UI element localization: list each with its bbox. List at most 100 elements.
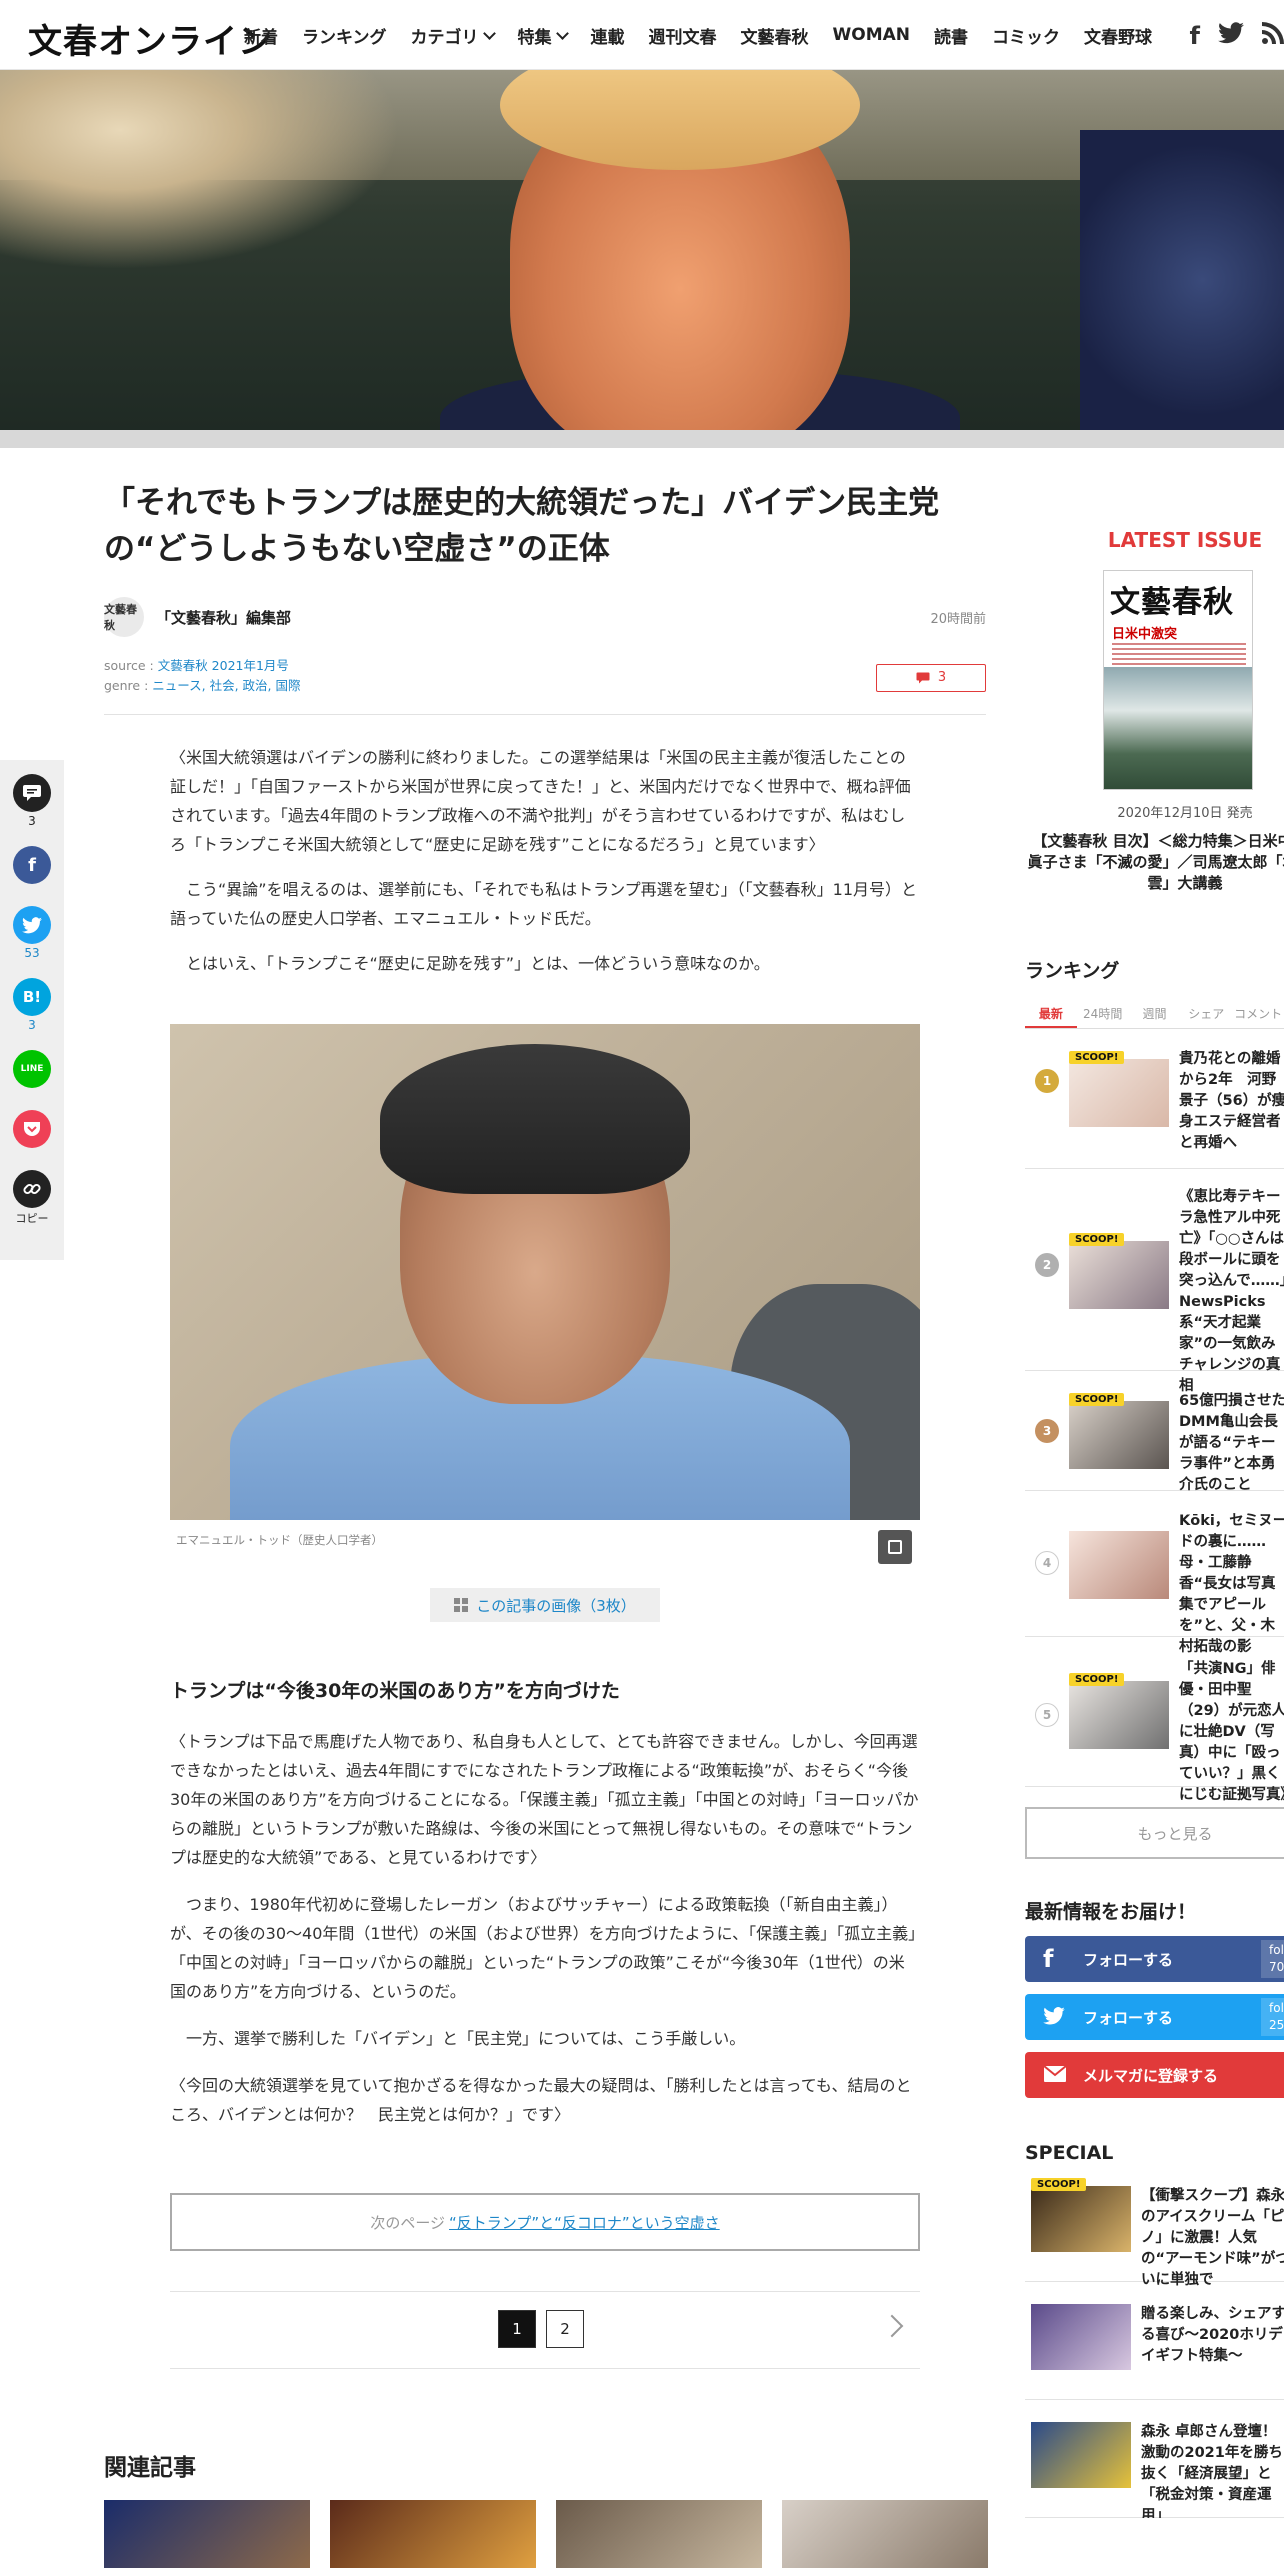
next-page-link[interactable]: 次のページ “反トランプ”と“反コロナ”という空虚さ — [170, 2193, 920, 2251]
ranking-title: 貴乃花との離婚から2年 河野景子（56）が痩身エステ経営者と再婚へ — [1179, 1051, 1284, 1151]
genre-label: genre : — [104, 678, 149, 693]
rank-number: 5 — [1035, 1703, 1059, 1727]
scoop-badge: SCOOP! — [1069, 1051, 1125, 1064]
nav-category[interactable]: カテゴリ — [411, 23, 496, 48]
rank-number: 3 — [1035, 1419, 1059, 1443]
page-1-button[interactable]: 1 — [498, 2310, 536, 2348]
mail-icon — [1043, 2061, 1083, 2089]
genre-links[interactable]: ニュース, 社会, 政治, 国際 — [152, 678, 300, 693]
nav-new[interactable]: 新着 — [244, 23, 278, 48]
nav-ranking[interactable]: ランキング — [302, 23, 387, 48]
nav-features[interactable]: 特集 — [518, 23, 569, 48]
ranking-thumb — [1069, 1681, 1169, 1749]
main-nav: 新着 ランキング カテゴリ 特集 連載 週刊文春 文藝春秋 WOMAN 読書 コ… — [244, 0, 1152, 70]
source-label: source : — [104, 658, 154, 673]
hatena-share-button[interactable]: B! — [13, 978, 51, 1016]
ranking-title: Kōki，セミヌードの裏に……母・工藤静香“長女は写真集でアピールを”と、父・木… — [1179, 1513, 1284, 1655]
nav-books[interactable]: 読書 — [934, 23, 968, 48]
rss-icon[interactable] — [1262, 22, 1284, 50]
tab-share[interactable]: シェア — [1180, 1001, 1232, 1028]
newsletter-button[interactable]: メルマガに登録する — [1025, 2052, 1284, 2098]
facebook-icon: f — [1043, 1945, 1054, 1973]
ranking-thumb — [1069, 1401, 1169, 1469]
tab-latest[interactable]: 最新 — [1025, 1001, 1077, 1028]
rank-number: 2 — [1035, 1253, 1059, 1277]
twitter-follower-count: followers 25,825 — [1261, 1998, 1284, 2036]
nav-shukan-bunshun[interactable]: 週刊文春 — [649, 23, 717, 48]
gallery-label: この記事の画像（3枚） — [476, 1596, 636, 1615]
copy-link-button[interactable] — [13, 1170, 51, 1208]
nav-woman[interactable]: WOMAN — [833, 25, 911, 45]
related-article-thumb[interactable] — [330, 2500, 536, 2568]
special-title: 【衝撃スクープ】森永のアイスクリーム「ピノ」に激震！人気の“アーモンド味”がつい… — [1141, 2188, 1284, 2288]
magazine-headline: 日米中激突 — [1112, 627, 1178, 642]
article-photo[interactable] — [170, 1024, 920, 1520]
tab-weekly[interactable]: 週間 — [1129, 1001, 1181, 1028]
line-share-button[interactable]: LINE — [13, 1050, 51, 1088]
nav-comic[interactable]: コミック — [992, 23, 1060, 48]
site-logo[interactable]: 文春オンライン — [28, 14, 273, 63]
facebook-icon[interactable]: f — [1190, 22, 1200, 50]
paragraph: 一方、選挙で勝利した「バイデン」と「民主党」については、こう手厳しい。 — [170, 2029, 746, 2048]
related-article-thumb[interactable] — [782, 2500, 988, 2568]
ranking-title: 《恵比寿テキーラ急性アル中死亡》「○○さんは段ボールに頭を突っ込んで……」New… — [1179, 1189, 1284, 1394]
magazine-title: 文藝春秋 — [1110, 585, 1234, 620]
nav-series[interactable]: 連載 — [591, 23, 625, 48]
more-rankings-button[interactable]: もっと見る — [1025, 1807, 1284, 1859]
ranking-item[interactable]: 1 SCOOP! 貴乃花との離婚から2年 河野景子（56）が痩身エステ経営者と再… — [1025, 1029, 1284, 1169]
latest-issue-label: LATEST ISSUE — [1107, 528, 1263, 552]
page-2-button[interactable]: 2 — [546, 2310, 584, 2348]
rank-number: 4 — [1035, 1551, 1059, 1575]
ranking-item[interactable]: 3 SCOOP! 65億円損させたDMM亀山会長が語る“テキーラ事件”と本勇介氏… — [1025, 1371, 1284, 1493]
ranking-thumb — [1069, 1241, 1169, 1309]
facebook-share-button[interactable]: f — [13, 846, 51, 884]
nav-bungei-shunju[interactable]: 文藝春秋 — [741, 23, 809, 48]
next-page-title[interactable]: “反トランプ”と“反コロナ”という空虚さ — [449, 2212, 720, 2233]
ranking-item[interactable]: 5 SCOOP! 「共演NG」俳優・田中聖（29）が元恋人に壮絶DV（写真）中に… — [1025, 1637, 1284, 1803]
issue-date: 2020年12月10日 発売 — [1117, 806, 1253, 821]
paragraph: こう“異論”を唱えるのは、選挙前にも、「それでも私はトランプ再選を望む」（「文藝… — [170, 880, 918, 928]
pocket-icon — [24, 1122, 40, 1136]
paragraph: つまり、1980年代初めに登場したレーガン（およびサッチャー）による政策転換（「… — [170, 1895, 917, 2001]
special-thumb — [1031, 2186, 1131, 2252]
ranking-item[interactable]: 4 Kōki，セミヌードの裏に……母・工藤静香“長女は写真集でアピールを”と、父… — [1025, 1491, 1284, 1655]
paragraph: 〈米国大統領選はバイデンの勝利に終わりました。この選挙結果は「米国の民主主義が復… — [170, 748, 911, 854]
special-item[interactable]: 贈る楽しみ、シェアする喜び～2020ホリデイギフト特集～ — [1025, 2282, 1284, 2400]
twitter-share-button[interactable] — [13, 906, 51, 944]
special-thumb — [1031, 2304, 1131, 2370]
pagination: 1 2 — [170, 2291, 920, 2369]
related-article-thumb[interactable] — [104, 2500, 310, 2568]
tab-comments[interactable]: コメント — [1232, 1001, 1284, 1028]
gallery-button[interactable]: この記事の画像（3枚） — [430, 1588, 660, 1622]
scoop-badge: SCOOP! — [1069, 1393, 1125, 1406]
twitter-follow-button[interactable]: フォローする followers 25,825 — [1025, 1994, 1284, 2040]
special-item[interactable]: SCOOP! 【衝撃スクープ】森永のアイスクリーム「ピノ」に激震！人気の“アーモ… — [1025, 2164, 1284, 2288]
twitter-icon[interactable] — [1218, 22, 1244, 50]
source-link[interactable]: 文藝春秋 2021年1月号 — [158, 658, 289, 673]
hero-divider — [0, 430, 1284, 448]
comment-icon — [916, 672, 930, 684]
author-avatar[interactable]: 文藝春秋 — [104, 597, 144, 637]
tab-24h[interactable]: 24時間 — [1077, 1001, 1129, 1028]
author-name[interactable]: 「文藝春秋」編集部 — [156, 607, 291, 628]
nav-baseball[interactable]: 文春野球 — [1084, 23, 1152, 48]
facebook-follower-count: followers 70,000+ — [1261, 1940, 1284, 1978]
section-heading: トランプは“今後30年の米国のあり方”を方向づけた — [170, 1680, 620, 1702]
pocket-share-button[interactable] — [13, 1110, 51, 1148]
related-article-thumb[interactable] — [556, 2500, 762, 2568]
issue-contents[interactable]: 【文藝春秋 目次】＜総力特集＞日米中激突／眞子さま「不滅の愛」／司馬遼太郎「坂の… — [1025, 831, 1284, 894]
magazine-cover[interactable]: 文藝春秋 日米中激突 — [1103, 570, 1253, 790]
ranking-thumb — [1069, 1531, 1169, 1599]
ranking-title: 「共演NG」俳優・田中聖（29）が元恋人に壮絶DV（写真）中に「殴っていい？」黒… — [1179, 1661, 1284, 1803]
expand-image-button[interactable] — [878, 1530, 912, 1564]
published-time: 20時間前 — [930, 611, 986, 627]
special-item[interactable]: 森永 卓郎さん登壇！激動の2021年を勝ち抜く「経済展望」と「税金対策・資産運用… — [1025, 2400, 1284, 2518]
comment-share-button[interactable] — [13, 774, 51, 812]
special-thumb — [1031, 2422, 1131, 2488]
chevron-down-icon — [482, 26, 496, 40]
facebook-follow-button[interactable]: f フォローする followers 70,000+ — [1025, 1936, 1284, 1982]
ranking-item[interactable]: 2 SCOOP! 《恵比寿テキーラ急性アル中死亡》「○○さんは段ボールに頭を突っ… — [1025, 1169, 1284, 1394]
ranking-heading: ランキング — [1025, 960, 1120, 982]
chevron-right-icon[interactable] — [880, 2314, 904, 2338]
comment-button[interactable]: 3 — [876, 664, 986, 692]
